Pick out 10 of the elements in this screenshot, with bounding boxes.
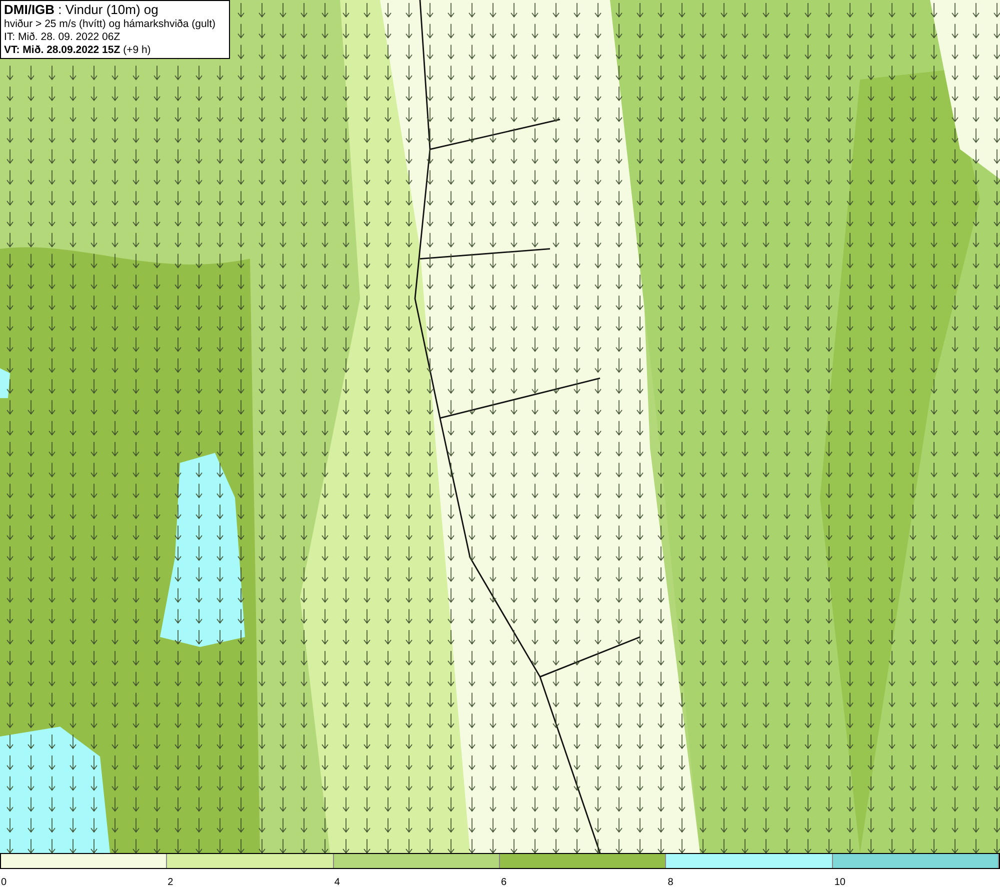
- colorbar-tick-label: 2: [166, 877, 174, 887]
- colorbar-tick-label: 10: [833, 877, 846, 887]
- colorbar-tick-label: 6: [500, 877, 507, 887]
- colorbar-tick-label: 8: [666, 877, 674, 887]
- legend-text: IT: Mið. 28. 09. 2022 06Z: [4, 31, 122, 44]
- legend-text: hviður > 25 m/s (hvítt) og hámarkshviða (gult): [4, 18, 217, 31]
- colorbar-tick-label: 4: [333, 877, 340, 887]
- colorbar-tick-label: 0: [0, 877, 7, 887]
- legend-text: VT: Mið. 28.09.2022 15Z (+9 h): [4, 44, 152, 57]
- legend-text: DMI/IGB : Vindur (10m) og: [4, 2, 160, 18]
